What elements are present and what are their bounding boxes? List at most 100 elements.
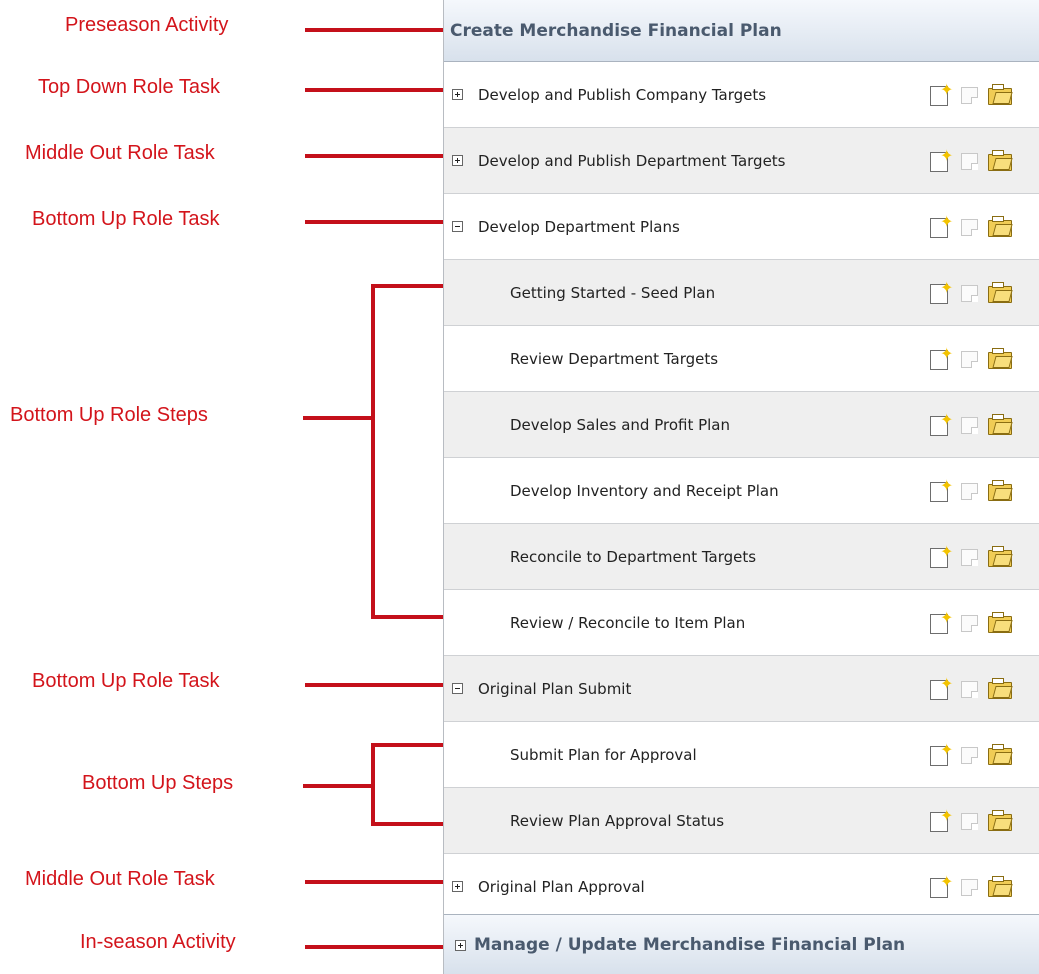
annotation-bracket	[371, 822, 445, 826]
new-item-icon[interactable]: ✦	[930, 610, 953, 634]
expand-icon[interactable]	[452, 881, 463, 892]
page-icon[interactable]	[961, 483, 978, 500]
annotation-connector	[305, 154, 445, 158]
annotation-connector	[305, 88, 445, 92]
task-label: Original Plan Submit	[478, 680, 632, 698]
task-label: Develop and Publish Department Targets	[478, 152, 786, 170]
task-step-row[interactable]: Review / Reconcile to Item Plan ✦	[444, 590, 1039, 656]
new-item-icon[interactable]: ✦	[930, 874, 953, 898]
annotation-connector	[305, 683, 445, 687]
open-folder-icon[interactable]	[988, 282, 1012, 303]
page-icon[interactable]	[961, 615, 978, 632]
page-icon[interactable]	[961, 417, 978, 434]
page-icon[interactable]	[961, 351, 978, 368]
task-label: Review / Reconcile to Item Plan	[510, 614, 746, 632]
task-label: Reconcile to Department Targets	[510, 548, 757, 566]
open-folder-icon[interactable]	[988, 678, 1012, 699]
new-item-icon[interactable]: ✦	[930, 412, 953, 436]
annotation-bracket	[371, 743, 375, 826]
open-folder-icon[interactable]	[988, 744, 1012, 765]
task-step-row[interactable]: Develop Sales and Profit Plan ✦	[444, 392, 1039, 458]
task-row[interactable]: Develop Department Plans ✦	[444, 194, 1039, 260]
activity-header-manage-plan[interactable]: Manage / Update Merchandise Financial Pl…	[444, 914, 1039, 974]
open-folder-icon[interactable]	[988, 216, 1012, 237]
star-icon: ✦	[940, 476, 954, 495]
row-actions: ✦	[930, 478, 1020, 502]
open-folder-icon[interactable]	[988, 612, 1012, 633]
task-label: Develop Inventory and Receipt Plan	[510, 482, 779, 500]
page-icon[interactable]	[961, 879, 978, 896]
annotation-preseason-activity: Preseason Activity	[65, 14, 229, 36]
annotation-connector	[305, 945, 445, 949]
new-item-icon[interactable]: ✦	[930, 280, 953, 304]
task-step-row[interactable]: Develop Inventory and Receipt Plan ✦	[444, 458, 1039, 524]
row-actions: ✦	[930, 808, 1020, 832]
task-step-row[interactable]: Review Department Targets ✦	[444, 326, 1039, 392]
page-icon[interactable]	[961, 87, 978, 104]
activity-header-create-plan[interactable]: Create Merchandise Financial Plan	[444, 0, 1039, 62]
expand-icon[interactable]	[452, 155, 463, 166]
annotation-connector	[305, 28, 445, 32]
annotation-in-season-activity: In-season Activity	[80, 931, 236, 953]
new-item-icon[interactable]: ✦	[930, 544, 953, 568]
row-actions: ✦	[930, 214, 1020, 238]
activity-title: Manage / Update Merchandise Financial Pl…	[474, 935, 906, 955]
page-icon[interactable]	[961, 285, 978, 302]
new-item-icon[interactable]: ✦	[930, 214, 953, 238]
page-icon[interactable]	[961, 549, 978, 566]
star-icon: ✦	[940, 806, 954, 825]
expand-icon[interactable]	[455, 940, 466, 951]
star-icon: ✦	[940, 212, 954, 231]
task-row[interactable]: Develop and Publish Department Targets ✦	[444, 128, 1039, 194]
annotation-connector	[303, 784, 375, 788]
page-icon[interactable]	[961, 219, 978, 236]
open-folder-icon[interactable]	[988, 876, 1012, 897]
annotation-bottom-up-steps: Bottom Up Steps	[82, 772, 234, 794]
star-icon: ✦	[940, 542, 954, 561]
task-row[interactable]: Original Plan Submit ✦	[444, 656, 1039, 722]
open-folder-icon[interactable]	[988, 480, 1012, 501]
open-folder-icon[interactable]	[988, 414, 1012, 435]
star-icon: ✦	[940, 608, 954, 627]
star-icon: ✦	[940, 278, 954, 297]
open-folder-icon[interactable]	[988, 546, 1012, 567]
new-item-icon[interactable]: ✦	[930, 346, 953, 370]
star-icon: ✦	[940, 410, 954, 429]
task-step-row[interactable]: Review Plan Approval Status ✦	[444, 788, 1039, 854]
open-folder-icon[interactable]	[988, 150, 1012, 171]
task-step-row[interactable]: Getting Started - Seed Plan ✦	[444, 260, 1039, 326]
page-icon[interactable]	[961, 681, 978, 698]
task-row[interactable]: Original Plan Approval ✦	[444, 854, 1039, 920]
new-item-icon[interactable]: ✦	[930, 676, 953, 700]
row-actions: ✦	[930, 346, 1020, 370]
row-actions: ✦	[930, 82, 1020, 106]
new-item-icon[interactable]: ✦	[930, 148, 953, 172]
new-item-icon[interactable]: ✦	[930, 478, 953, 502]
task-step-row[interactable]: Reconcile to Department Targets ✦	[444, 524, 1039, 590]
task-label: Getting Started - Seed Plan	[510, 284, 716, 302]
star-icon: ✦	[940, 80, 954, 99]
task-row[interactable]: Develop and Publish Company Targets ✦	[444, 62, 1039, 128]
annotation-bottom-up-role-steps: Bottom Up Role Steps	[10, 404, 208, 426]
collapse-icon[interactable]	[452, 683, 463, 694]
annotation-middle-out-role-task-2: Middle Out Role Task	[25, 868, 215, 890]
collapse-icon[interactable]	[452, 221, 463, 232]
activity-panel: Create Merchandise Financial Plan Develo…	[443, 0, 1039, 974]
row-actions: ✦	[930, 148, 1020, 172]
open-folder-icon[interactable]	[988, 810, 1012, 831]
page-icon[interactable]	[961, 813, 978, 830]
open-folder-icon[interactable]	[988, 84, 1012, 105]
open-folder-icon[interactable]	[988, 348, 1012, 369]
row-actions: ✦	[930, 280, 1020, 304]
annotation-top-down-role-task: Top Down Role Task	[38, 76, 220, 98]
page-icon[interactable]	[961, 153, 978, 170]
annotation-connector	[305, 880, 445, 884]
page-icon[interactable]	[961, 747, 978, 764]
expand-icon[interactable]	[452, 89, 463, 100]
task-step-row[interactable]: Submit Plan for Approval ✦	[444, 722, 1039, 788]
row-actions: ✦	[930, 412, 1020, 436]
new-item-icon[interactable]: ✦	[930, 742, 953, 766]
new-item-icon[interactable]: ✦	[930, 82, 953, 106]
task-label: Submit Plan for Approval	[510, 746, 697, 764]
new-item-icon[interactable]: ✦	[930, 808, 953, 832]
